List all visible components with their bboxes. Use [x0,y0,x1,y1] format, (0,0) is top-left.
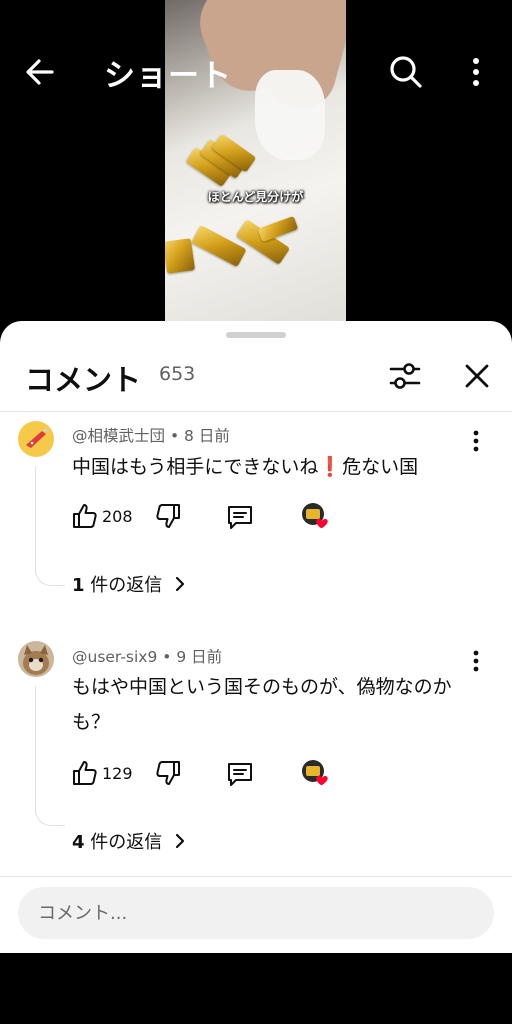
comment-input-bar [0,876,512,953]
like-count: 208 [102,507,133,526]
gold-bar [257,215,299,243]
comments-count: 653 [159,363,196,385]
comment-text: もはや中国という国そのものが、偽物なのかも？ [72,676,452,733]
sliders-icon [389,363,421,389]
comment-age: 9 日前 [176,648,223,666]
view-replies-link[interactable]: 4 件の返信 [72,828,187,854]
filter-button[interactable] [388,359,422,393]
dislike-button[interactable] [155,759,181,787]
comment-input[interactable] [18,887,494,939]
replies-label: 件の返信 [84,575,163,596]
like-button[interactable] [72,502,98,530]
creator-heart-icon [302,760,328,785]
page-title: ショート [104,58,232,94]
close-button[interactable] [460,359,494,393]
more-options-button[interactable] [462,52,490,92]
bottom-nav-area [0,953,512,1024]
replies-count: 4 [72,832,85,853]
creator-heart [301,759,333,789]
comment-text: 中国はもう相手にできないね❗危ない国 [72,456,419,478]
top-bar: ショート [0,42,512,102]
avatar[interactable] [18,641,54,677]
header-divider [0,411,512,412]
creator-heart-icon [302,503,328,528]
comment-actions: 208 [72,502,372,532]
back-button[interactable] [22,54,62,90]
thread-line [35,466,65,586]
comment-actions: 129 [72,759,372,789]
comment-author[interactable]: @相模武士団 [72,427,165,445]
avatar[interactable] [18,421,54,457]
thumbs-up-icon [73,504,97,528]
comment-age: 8 日前 [184,427,230,445]
thumbs-down-icon [156,761,180,785]
search-icon [390,56,422,88]
close-icon [465,364,489,388]
thumbs-down-icon [156,504,180,528]
replies-count: 1 [72,575,85,596]
reply-button[interactable] [227,504,253,530]
gold-bar [165,238,196,274]
thread-line [35,686,65,826]
creator-heart [301,502,333,532]
comment-meta: @相模武士団 • 8 日前 [72,424,230,446]
comment-meta: @user-six9 • 9 日前 [72,645,222,667]
search-button[interactable] [386,52,426,92]
knife-icon [26,428,48,448]
reply-button[interactable] [227,761,253,787]
comments-title: コメント [25,363,142,397]
comment-bubble-icon [228,763,252,786]
comment-author[interactable]: @user-six9 [72,648,157,666]
view-replies-link[interactable]: 1 件の返信 [72,571,187,597]
like-button[interactable] [72,759,98,787]
like-count: 129 [102,764,133,783]
comments-sheet: コメント 653 @相模武士団 • 8 日前 中国はもう相手にできないね❗危ない… [0,321,512,953]
arrow-left-icon [26,59,54,85]
drag-handle[interactable] [226,332,286,338]
cat-photo-icon [18,641,54,677]
chevron-right-icon [175,576,184,592]
video-subtitle: ほとんど見分けが [207,190,304,204]
dislike-button[interactable] [155,502,181,530]
thumbs-up-icon [73,761,97,785]
meta-separator: • [169,427,185,445]
kebab-menu-icon [473,58,479,86]
chevron-right-icon [175,833,184,849]
comment-bubble-icon [228,506,252,529]
replies-label: 件の返信 [84,832,163,853]
meta-separator: • [162,648,177,666]
